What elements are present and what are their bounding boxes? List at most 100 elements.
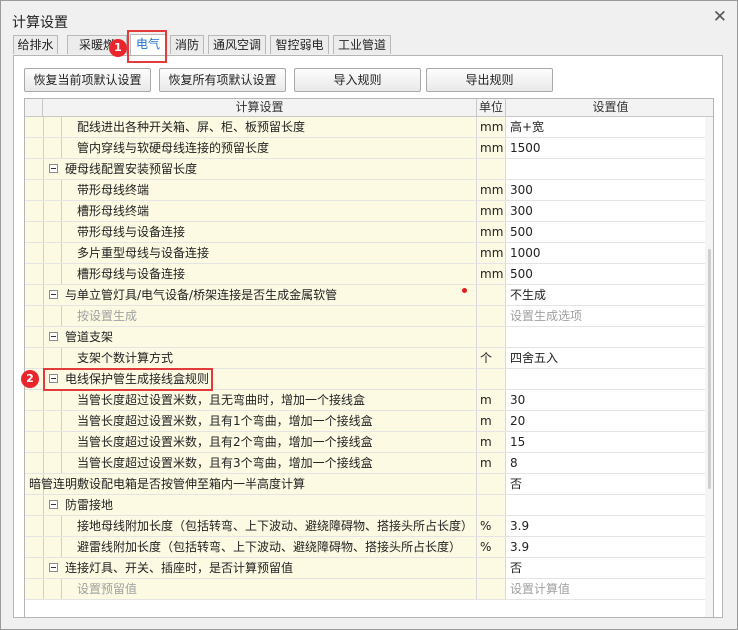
table-row[interactable]: 当管长度超过设置米数，且无弯曲时，增加一个接线盒 m 30 xyxy=(25,390,705,411)
table-row[interactable]: 带形母线与设备连接 mm 500 xyxy=(25,222,705,243)
tab-plumbing[interactable]: 给排水 xyxy=(13,35,58,54)
calc-settings-dialog: 计算设置 ✕ 给排水 采暖燃 电气 消防 通风空调 智控弱电 工业管道 1 恢复… xyxy=(0,0,738,630)
setting-name-cell: 管道支架 xyxy=(25,327,477,347)
setting-name-label: 接地母线附加长度（包括转弯、上下波动、避绕障碍物、搭接头所占长度） xyxy=(77,519,474,533)
table-row[interactable]: 暗管连明敷设配电箱是否按管伸至箱内一半高度计算 否 xyxy=(25,474,705,495)
value-cell[interactable]: 500 xyxy=(506,264,705,284)
collapse-toggle-icon[interactable] xyxy=(49,164,58,173)
value-cell[interactable]: 8 xyxy=(506,453,705,473)
tree-guide-line xyxy=(61,138,62,158)
collapse-toggle-icon[interactable] xyxy=(49,563,58,572)
tree-guide-line xyxy=(61,306,62,326)
setting-name-cell: 按设置生成 xyxy=(25,306,477,326)
group-row[interactable]: 与单立管灯具/电气设备/桥架连接是否生成金属软管 不生成 xyxy=(25,285,705,306)
tree-guide-line xyxy=(43,243,44,263)
value-cell[interactable]: 1000 xyxy=(506,243,705,263)
close-icon[interactable]: ✕ xyxy=(713,9,727,26)
value-cell[interactable]: 四舍五入 xyxy=(506,348,705,368)
value-cell[interactable]: 20 xyxy=(506,411,705,431)
setting-name-cell: 配线进出各种开关箱、屏、柜、板预留长度 xyxy=(25,117,477,137)
table-row[interactable]: 按设置生成 设置生成选项 xyxy=(25,306,705,327)
unit-cell: m xyxy=(477,390,506,410)
group-row[interactable]: 硬母线配置安装预留长度 xyxy=(25,159,705,180)
value-cell[interactable]: 不生成 xyxy=(506,285,705,305)
value-cell[interactable] xyxy=(506,327,705,347)
unit-cell xyxy=(477,579,506,599)
setting-name-label: 当管长度超过设置米数，且有2个弯曲，增加一个接线盒 xyxy=(77,435,373,449)
export-rules-button[interactable]: 导出规则 xyxy=(426,68,553,92)
setting-name-cell: 当管长度超过设置米数，且有2个弯曲，增加一个接线盒 xyxy=(25,432,477,452)
collapse-toggle-icon[interactable] xyxy=(49,290,58,299)
unit-cell: mm xyxy=(477,243,506,263)
table-row[interactable]: 避雷线附加长度（包括转弯、上下波动、避绕障碍物、搭接头所占长度）% 3.9 xyxy=(25,537,705,558)
tab-hvac[interactable]: 通风空调 xyxy=(208,35,266,54)
value-cell[interactable]: 高+宽 xyxy=(506,117,705,137)
table-row[interactable]: 槽形母线终端 mm 300 xyxy=(25,201,705,222)
table-row[interactable]: 支架个数计算方式 个四舍五入 xyxy=(25,348,705,369)
table-row[interactable]: 当管长度超过设置米数，且有2个弯曲，增加一个接线盒 m 15 xyxy=(25,432,705,453)
header-setting[interactable]: 计算设置 xyxy=(43,99,477,116)
value-cell[interactable]: 设置生成选项 xyxy=(506,306,705,326)
setting-name-cell: 管内穿线与软硬母线连接的预留长度 xyxy=(25,138,477,158)
import-rules-button[interactable]: 导入规则 xyxy=(294,68,421,92)
unit-cell: % xyxy=(477,537,506,557)
value-cell[interactable] xyxy=(506,369,705,389)
table-row[interactable]: 当管长度超过设置米数，且有3个弯曲，增加一个接线盒 m 8 xyxy=(25,453,705,474)
tree-guide-line xyxy=(61,201,62,221)
value-cell[interactable]: 设置计算值 xyxy=(506,579,705,599)
tab-smart-weak-current[interactable]: 智控弱电 xyxy=(270,35,329,54)
table-row[interactable]: 管内穿线与软硬母线连接的预留长度 mm 1500 xyxy=(25,138,705,159)
tree-guide-line xyxy=(43,516,44,536)
tab-fire-protection[interactable]: 消防 xyxy=(170,35,204,54)
setting-name-label: 管道支架 xyxy=(65,330,114,344)
collapse-toggle-icon[interactable] xyxy=(49,500,58,509)
red-dot-marker xyxy=(462,288,467,293)
table-row[interactable]: 接地母线附加长度（包括转弯、上下波动、避绕障碍物、搭接头所占长度）% 3.9 xyxy=(25,516,705,537)
restore-current-default-button[interactable]: 恢复当前项默认设置 xyxy=(24,68,151,92)
table-row[interactable]: 带形母线终端 mm 300 xyxy=(25,180,705,201)
setting-name-label: 带形母线终端 xyxy=(77,183,150,197)
setting-name-label: 槽形母线终端 xyxy=(77,204,150,218)
tab-industrial-pipe[interactable]: 工业管道 xyxy=(333,35,391,54)
table-row[interactable]: 配线进出各种开关箱、屏、柜、板预留长度 mm 高+宽 xyxy=(25,117,705,138)
restore-all-default-button[interactable]: 恢复所有项默认设置 xyxy=(159,68,286,92)
tree-guide-line xyxy=(43,432,44,452)
setting-name-label: 暗管连明敷设配电箱是否按管伸至箱内一半高度计算 xyxy=(29,477,306,491)
unit-cell xyxy=(477,558,506,578)
unit-cell: mm xyxy=(477,138,506,158)
setting-name-cell: 接地母线附加长度（包括转弯、上下波动、避绕障碍物、搭接头所占长度） xyxy=(25,516,477,536)
value-cell[interactable]: 300 xyxy=(506,180,705,200)
value-cell[interactable]: 30 xyxy=(506,390,705,410)
setting-name-cell: 多片重型母线与设备连接 xyxy=(25,243,477,263)
scrollbar-thumb[interactable] xyxy=(708,249,711,489)
table-row[interactable]: 槽形母线与设备连接 mm 500 xyxy=(25,264,705,285)
value-cell[interactable]: 300 xyxy=(506,201,705,221)
value-cell[interactable]: 1500 xyxy=(506,138,705,158)
group-row[interactable]: 连接灯具、开关、插座时，是否计算预留值 否 xyxy=(25,558,705,579)
setting-name-label: 当管长度超过设置米数，且有1个弯曲，增加一个接线盒 xyxy=(77,414,373,428)
table-row[interactable]: 多片重型母线与设备连接 mm 1000 xyxy=(25,243,705,264)
unit-cell: m xyxy=(477,432,506,452)
unit-cell xyxy=(477,495,506,515)
group-row[interactable]: 防雷接地 xyxy=(25,495,705,516)
value-cell[interactable]: 3.9 xyxy=(506,537,705,557)
collapse-toggle-icon[interactable] xyxy=(49,332,58,341)
value-cell[interactable]: 15 xyxy=(506,432,705,452)
value-cell[interactable]: 500 xyxy=(506,222,705,242)
table-row[interactable]: 当管长度超过设置米数，且有1个弯曲，增加一个接线盒 m 20 xyxy=(25,411,705,432)
group-row[interactable]: 管道支架 xyxy=(25,327,705,348)
table-row[interactable]: 设置预留值 设置计算值 xyxy=(25,579,705,600)
value-cell[interactable]: 否 xyxy=(506,558,705,578)
vertical-scrollbar[interactable] xyxy=(705,117,713,617)
setting-name-label: 当管长度超过设置米数，且有3个弯曲，增加一个接线盒 xyxy=(77,456,373,470)
tree-guide-line xyxy=(43,264,44,284)
header-unit[interactable]: 单位 xyxy=(477,99,506,116)
value-cell[interactable] xyxy=(506,159,705,179)
header-value[interactable]: 设置值 xyxy=(506,99,713,116)
setting-name-label: 当管长度超过设置米数，且无弯曲时，增加一个接线盒 xyxy=(77,393,366,407)
value-cell[interactable]: 否 xyxy=(506,474,705,494)
value-cell[interactable] xyxy=(506,495,705,515)
value-cell[interactable]: 3.9 xyxy=(506,516,705,536)
unit-cell xyxy=(477,327,506,347)
setting-name-cell: 避雷线附加长度（包括转弯、上下波动、避绕障碍物、搭接头所占长度） xyxy=(25,537,477,557)
